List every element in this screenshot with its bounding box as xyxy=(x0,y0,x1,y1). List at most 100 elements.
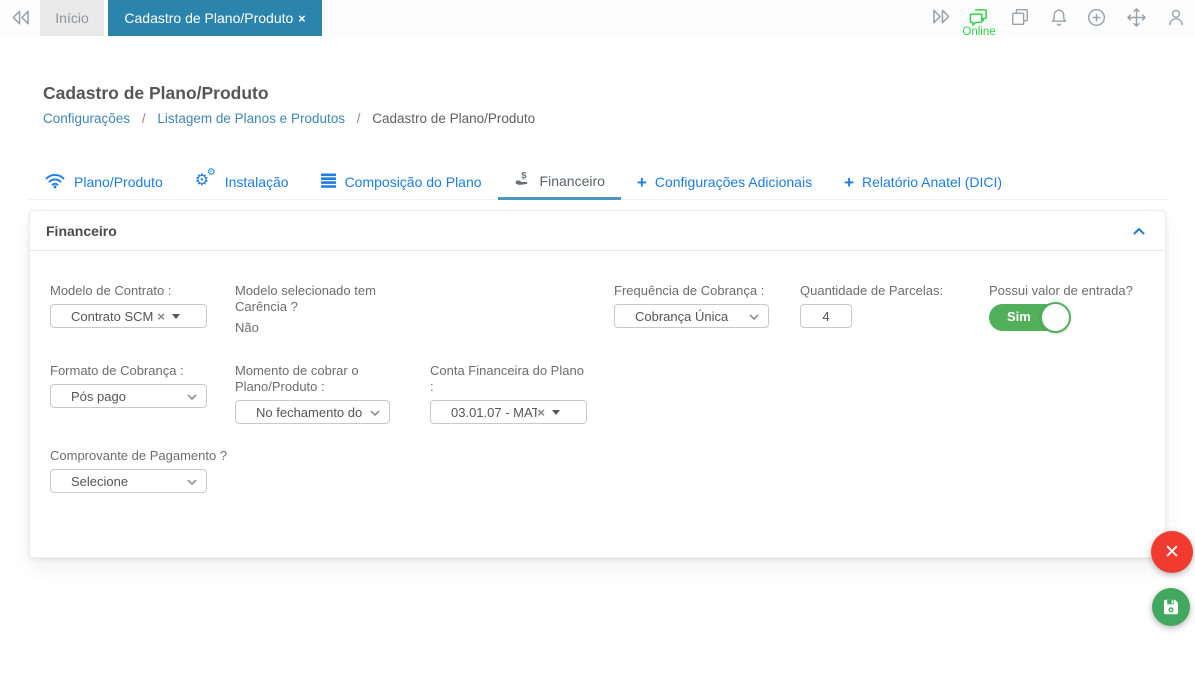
momento-cobrar-select[interactable]: No fechamento do Fa xyxy=(235,400,390,424)
dropdown-caret-icon xyxy=(552,410,560,415)
chevron-up-icon xyxy=(1133,222,1145,239)
selected-value: 03.01.07 - MATERIA... xyxy=(451,405,537,420)
breadcrumb-current: Cadastro de Plano/Produto xyxy=(372,111,535,126)
double-chevron-right-icon xyxy=(930,13,953,30)
bell-icon xyxy=(1049,15,1069,32)
tab-label: Instalação xyxy=(225,174,289,190)
tab-plano-produto[interactable]: Plano/Produto xyxy=(28,164,179,200)
double-chevron-left-icon xyxy=(9,14,32,31)
formato-cobranca-select[interactable]: Pós pago xyxy=(50,384,207,408)
app-window: Início Cadastro de Plano/Produto × Onlin… xyxy=(0,0,1195,694)
field-frequencia-cobranca: Frequência de Cobrança : Cobrança Única xyxy=(614,283,769,328)
copy-windows-button[interactable] xyxy=(1010,7,1030,27)
plus-circle-icon xyxy=(1086,15,1107,32)
collapse-tabs-button[interactable] xyxy=(9,8,32,32)
notifications-button[interactable] xyxy=(1049,7,1069,28)
breadcrumb: Configurações / Listagem de Planos e Pro… xyxy=(43,111,535,126)
plus-icon: + xyxy=(637,174,647,191)
frequencia-cobranca-select[interactable]: Cobrança Única xyxy=(614,304,769,328)
field-label: Modelo de Contrato : xyxy=(50,283,207,299)
fast-forward-tabs-button[interactable] xyxy=(930,7,953,26)
move-resize-button[interactable] xyxy=(1126,7,1147,28)
toggle-label: Sim xyxy=(1007,304,1031,330)
field-quantidade-parcelas: Quantidade de Parcelas: xyxy=(800,283,960,328)
form-tab-bar: Plano/Produto ⚙⚙ Instalação Composição d… xyxy=(28,164,1168,200)
modelo-contrato-select[interactable]: Contrato SCM × xyxy=(50,304,207,328)
field-label: Frequência de Cobrança : xyxy=(614,283,769,299)
window-tab-cadastro-label: Cadastro de Plano/Produto xyxy=(124,10,293,26)
window-tab-inicio-label: Início xyxy=(55,10,88,26)
clear-selection-icon[interactable]: × xyxy=(157,309,165,324)
chat-button[interactable] xyxy=(967,7,990,28)
tab-label: Plano/Produto xyxy=(74,174,163,190)
tab-instalacao[interactable]: ⚙⚙ Instalação xyxy=(179,164,305,200)
field-label: Comprovante de Pagamento ? xyxy=(50,448,232,464)
hand-money-icon: $ xyxy=(514,170,532,191)
toggle-knob xyxy=(1040,302,1071,333)
chevron-down-icon xyxy=(187,479,197,485)
field-comprovante-pagamento: Comprovante de Pagamento ? Selecione xyxy=(50,448,232,493)
comprovante-pagamento-select[interactable]: Selecione xyxy=(50,469,207,493)
quantidade-parcelas-input[interactable] xyxy=(800,304,852,328)
field-label: Modelo selecionado tem Carência ? xyxy=(235,283,403,315)
save-button[interactable] xyxy=(1152,588,1190,626)
tab-configuracoes-adicionais[interactable]: + Configurações Adicionais xyxy=(621,164,828,200)
user-account-button[interactable] xyxy=(1166,7,1186,28)
chevron-down-icon xyxy=(749,314,759,320)
conta-financeira-select[interactable]: 03.01.07 - MATERIA... × xyxy=(430,400,587,424)
field-modelo-contrato: Modelo de Contrato : Contrato SCM × xyxy=(50,283,207,328)
online-status-label: Online xyxy=(953,26,1005,38)
field-label: Quantidade de Parcelas: xyxy=(800,283,960,299)
cancel-button[interactable]: ✕ xyxy=(1151,531,1193,573)
tab-composicao-plano[interactable]: Composição do Plano xyxy=(305,164,498,200)
selected-value: Selecione xyxy=(71,474,180,489)
financeiro-panel: Financeiro Modelo de Contrato : Contrato… xyxy=(29,210,1166,558)
field-label: Conta Financeira do Plano : xyxy=(430,363,587,395)
move-arrows-icon xyxy=(1126,15,1147,32)
collapse-panel-button[interactable] xyxy=(1129,223,1149,239)
window-tab-inicio[interactable]: Início xyxy=(40,0,104,36)
field-carencia-info: Modelo selecionado tem Carência ? Não xyxy=(235,283,403,335)
window-tab-cadastro[interactable]: Cadastro de Plano/Produto × xyxy=(108,0,322,36)
field-conta-financeira: Conta Financeira do Plano : 03.01.07 - M… xyxy=(430,363,587,424)
page-title: Cadastro de Plano/Produto xyxy=(43,83,269,104)
selected-value: Cobrança Única xyxy=(635,309,742,324)
chevron-down-icon xyxy=(187,394,197,400)
field-formato-cobranca: Formato de Cobrança : Pós pago xyxy=(50,363,207,408)
list-lines-icon xyxy=(321,173,337,191)
breadcrumb-separator: / xyxy=(142,111,146,126)
person-icon xyxy=(1166,15,1186,32)
topbar: Início Cadastro de Plano/Produto × Onlin… xyxy=(0,0,1195,36)
field-label: Possui valor de entrada? xyxy=(989,283,1159,299)
breadcrumb-listagem[interactable]: Listagem de Planos e Produtos xyxy=(157,111,345,126)
financeiro-panel-header: Financeiro xyxy=(30,211,1165,251)
field-valor-entrada: Possui valor de entrada? Sim xyxy=(989,283,1159,331)
clear-selection-icon[interactable]: × xyxy=(537,405,545,420)
field-label: Formato de Cobrança : xyxy=(50,363,207,379)
gears-icon: ⚙⚙ xyxy=(195,172,217,192)
panel-title: Financeiro xyxy=(46,223,117,239)
tab-label: Relatório Anatel (DICI) xyxy=(862,174,1002,190)
plus-icon: + xyxy=(844,174,854,191)
tab-relatorio-anatel[interactable]: + Relatório Anatel (DICI) xyxy=(828,164,1018,200)
save-floppy-icon xyxy=(1161,597,1181,617)
field-momento-cobrar: Momento de cobrar o Plano/Produto : No f… xyxy=(235,363,397,424)
carencia-value: Não xyxy=(235,320,403,335)
chevron-down-icon xyxy=(370,410,380,416)
breadcrumb-configuracoes[interactable]: Configurações xyxy=(43,111,130,126)
selected-value: Contrato SCM xyxy=(71,309,157,324)
dropdown-caret-icon xyxy=(172,314,180,319)
tab-label: Composição do Plano xyxy=(345,174,482,190)
selected-value: Pós pago xyxy=(71,389,180,404)
tab-label: Financeiro xyxy=(540,173,605,189)
field-label: Momento de cobrar o Plano/Produto : xyxy=(235,363,397,395)
copy-icon xyxy=(1010,14,1030,31)
quick-add-button[interactable] xyxy=(1086,7,1107,28)
valor-entrada-toggle[interactable]: Sim xyxy=(989,304,1069,331)
wifi-icon xyxy=(44,172,66,192)
tab-label: Configurações Adicionais xyxy=(655,174,812,190)
tab-financeiro[interactable]: $ Financeiro xyxy=(498,164,621,200)
close-x-icon: ✕ xyxy=(1164,541,1180,564)
close-tab-icon[interactable]: × xyxy=(298,12,305,26)
svg-text:$: $ xyxy=(521,171,527,182)
